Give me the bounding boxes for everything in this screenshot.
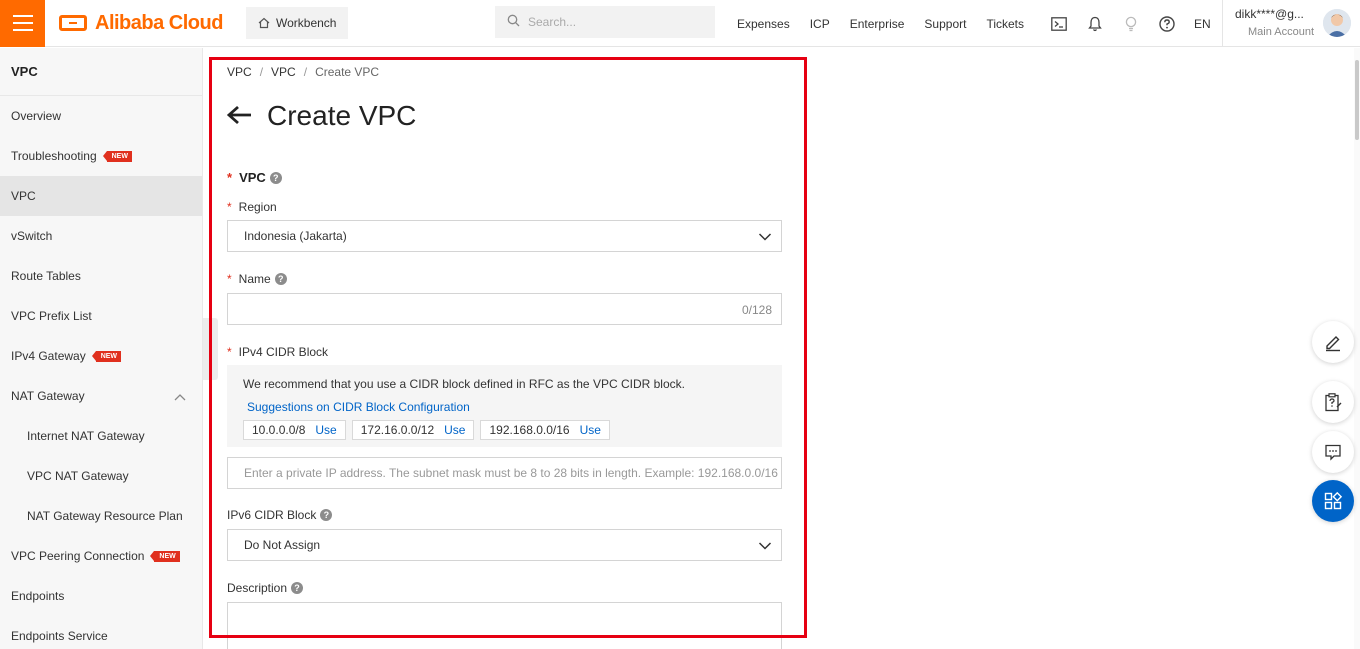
sidebar-item-internet-nat-gateway[interactable]: Internet NAT Gateway	[0, 416, 202, 456]
sidebar-item-overview[interactable]: Overview	[0, 96, 202, 136]
search-box[interactable]	[495, 6, 715, 38]
sidebar-item-vswitch[interactable]: vSwitch	[0, 216, 202, 256]
sidebar-item-label: VPC	[11, 189, 36, 203]
scrollbar-thumb[interactable]	[1355, 60, 1359, 140]
lightbulb-icon[interactable]	[1122, 15, 1140, 33]
sidebar-item-vpc[interactable]: VPC	[0, 176, 202, 216]
language-switch[interactable]: EN	[1194, 17, 1211, 31]
link-expenses[interactable]: Expenses	[737, 17, 790, 31]
sidebar: VPC Overview Troubleshooting NEW VPC vSwitch…	[0, 48, 203, 649]
chevron-up-icon[interactable]	[174, 390, 186, 404]
search-input[interactable]	[528, 15, 698, 29]
link-tickets[interactable]: Tickets	[986, 17, 1024, 31]
sidebar-item-label: Endpoints Service	[11, 629, 108, 643]
sidebar-item-label: Internet NAT Gateway	[27, 429, 145, 443]
top-links: Expenses ICP Enterprise Support Tickets	[737, 0, 1044, 47]
sidebar-item-route-tables[interactable]: Route Tables	[0, 256, 202, 296]
link-enterprise[interactable]: Enterprise	[850, 17, 905, 31]
logo[interactable]: Alibaba Cloud	[59, 12, 234, 35]
sidebar-item-label: NAT Gateway	[11, 389, 85, 403]
top-icons: EN	[1050, 0, 1211, 47]
sidebar-item-label: NAT Gateway Resource Plan	[27, 509, 183, 523]
sidebar-item-ipv4-gateway[interactable]: IPv4 Gateway NEW	[0, 336, 202, 376]
sidebar-item-label: vSwitch	[11, 229, 53, 243]
sidebar-item-label: IPv4 Gateway	[11, 349, 86, 363]
search-icon	[507, 14, 520, 30]
help-icon[interactable]	[1158, 15, 1176, 33]
sidebar-item-endpoints-service[interactable]: Endpoints Service	[0, 616, 202, 649]
link-icp[interactable]: ICP	[810, 17, 830, 31]
link-support[interactable]: Support	[924, 17, 966, 31]
terminal-icon[interactable]	[1050, 15, 1068, 33]
highlight-box	[209, 57, 807, 638]
logo-text: Alibaba Cloud	[95, 11, 223, 34]
sidebar-item-label: VPC Peering Connection	[11, 549, 145, 563]
sidebar-item-label: VPC NAT Gateway	[27, 469, 129, 483]
edit-icon[interactable]	[1312, 321, 1354, 363]
new-badge: NEW	[91, 350, 122, 362]
new-badge: NEW	[150, 550, 180, 562]
page-scrollbar[interactable]	[1354, 48, 1360, 649]
home-icon	[258, 17, 270, 29]
sidebar-item-endpoints[interactable]: Endpoints	[0, 576, 202, 616]
account-menu[interactable]: dikk****@g... Main Account	[1222, 0, 1360, 47]
sidebar-item-label: Overview	[11, 109, 62, 123]
alibaba-logo-icon	[59, 15, 87, 31]
sidebar-item-nat-gateway[interactable]: NAT Gateway	[0, 376, 202, 416]
workbench-button[interactable]: Workbench	[246, 7, 349, 39]
sidebar-item-troubleshooting[interactable]: Troubleshooting NEW	[0, 136, 202, 176]
sidebar-item-label: VPC Prefix List	[11, 309, 92, 323]
account-type: Main Account	[1248, 26, 1315, 38]
apps-icon[interactable]	[1312, 480, 1354, 522]
sidebar-item-vpc-nat-gateway[interactable]: VPC NAT Gateway	[0, 456, 202, 496]
clipboard-help-icon[interactable]	[1312, 381, 1354, 423]
account-name: dikk****@g...	[1235, 7, 1304, 21]
sidebar-item-vpc-peering-connection[interactable]: VPC Peering Connection NEW	[0, 536, 202, 576]
sidebar-item-label: Endpoints	[11, 589, 65, 603]
sidebar-item-label: Route Tables	[11, 269, 81, 283]
sidebar-title: VPC	[0, 48, 202, 96]
avatar[interactable]	[1323, 9, 1351, 37]
sidebar-item-label: Troubleshooting	[11, 149, 97, 163]
new-badge: NEW	[102, 150, 132, 162]
sidebar-item-vpc-prefix-list[interactable]: VPC Prefix List	[0, 296, 202, 336]
bell-icon[interactable]	[1086, 15, 1104, 33]
sidebar-item-nat-gateway-resource-plan[interactable]: NAT Gateway Resource Plan	[0, 496, 202, 536]
menu-icon[interactable]	[0, 0, 45, 47]
chat-icon[interactable]	[1312, 431, 1354, 473]
workbench-label: Workbench	[276, 16, 337, 30]
